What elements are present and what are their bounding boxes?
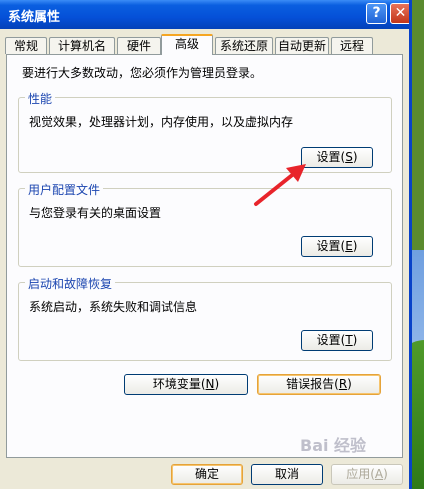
performance-settings-button[interactable]: 设置(S): [301, 147, 373, 168]
startup-recovery-description: 系统启动，系统失败和调试信息: [29, 300, 198, 314]
error-reporting-button[interactable]: 错误报告(R): [257, 374, 381, 395]
startup-recovery-settings-button[interactable]: 设置(T): [301, 330, 373, 351]
tab-remote[interactable]: 远程: [331, 37, 373, 54]
red-arrow-annotation: [254, 164, 306, 206]
user-profiles-group: 用户配置文件 与您登录有关的桌面设置 设置(E): [18, 181, 392, 267]
tab-general[interactable]: 常规: [5, 37, 47, 54]
startup-recovery-group: 启动和故障恢复 系统启动，系统失败和调试信息 设置(T): [18, 275, 392, 361]
tab-system-restore[interactable]: 系统还原: [215, 37, 273, 54]
user-profiles-title: 用户配置文件: [25, 181, 104, 198]
user-profiles-description: 与您登录有关的桌面设置: [29, 206, 162, 220]
title-bar[interactable]: 系统属性 ? ✕: [0, 0, 409, 29]
window-title: 系统属性: [8, 10, 61, 25]
tab-automatic-updates[interactable]: 自动更新: [275, 37, 329, 54]
ok-button[interactable]: 确定: [171, 464, 243, 485]
admin-notice: 要进行大多数改动，您必须作为管理员登录。: [22, 66, 263, 80]
tab-advanced[interactable]: 高级: [161, 34, 213, 55]
close-button[interactable]: ✕: [390, 3, 409, 24]
startup-recovery-title: 启动和故障恢复: [25, 275, 116, 292]
system-properties-window: 系统属性 ? ✕ 常规 计算机名 硬件 高级 系统还原 自动更新 远程 要进行大…: [0, 0, 412, 489]
performance-group: 性能 视觉效果，处理器计划，内存使用，以及虚拟内存 设置(S): [18, 90, 392, 173]
environment-variables-button[interactable]: 环境变量(N): [124, 374, 248, 395]
help-button[interactable]: ?: [366, 3, 387, 24]
user-profiles-settings-button[interactable]: 设置(E): [301, 236, 373, 257]
advanced-tab-panel: 要进行大多数改动，您必须作为管理员登录。 性能 视觉效果，处理器计划，内存使用，…: [6, 54, 403, 458]
performance-title: 性能: [25, 90, 56, 107]
cancel-button[interactable]: 取消: [251, 464, 323, 485]
apply-button[interactable]: 应用(A): [331, 464, 403, 485]
performance-description: 视觉效果，处理器计划，内存使用，以及虚拟内存: [29, 115, 294, 129]
watermark-logo: Bai 经验: [300, 436, 367, 455]
tab-hardware[interactable]: 硬件: [117, 37, 161, 54]
tab-computer-name[interactable]: 计算机名: [49, 37, 115, 54]
